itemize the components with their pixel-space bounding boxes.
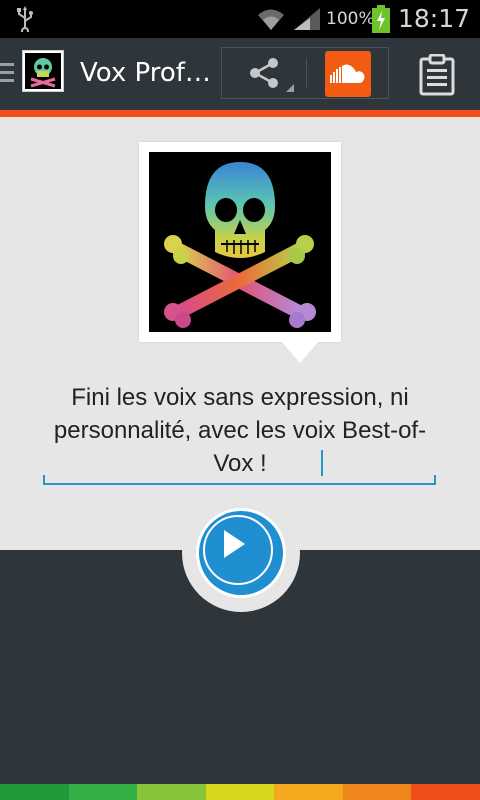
- color-strip-segment: [342, 784, 412, 800]
- app-title: Vox Prof…: [80, 58, 211, 88]
- soundcloud-button[interactable]: [325, 51, 371, 97]
- text-cursor: [321, 450, 323, 476]
- skull-crossbones-image: [149, 152, 331, 332]
- app-skull-icon[interactable]: [22, 50, 64, 92]
- status-bar: 100% 18:17: [0, 0, 480, 38]
- cover-pointer: [281, 341, 319, 363]
- battery-icon: [372, 5, 390, 33]
- color-strip-segment: [274, 784, 343, 800]
- color-strip: [0, 784, 480, 800]
- share-button[interactable]: [222, 48, 306, 98]
- usb-icon: [17, 6, 33, 32]
- menu-icon[interactable]: [0, 58, 14, 90]
- play-button-holder: [182, 494, 300, 612]
- main-content: Fini les voix sans expression, ni person…: [0, 117, 480, 550]
- tagline-text[interactable]: Fini les voix sans expression, ni person…: [45, 381, 435, 480]
- soundcloud-icon: [330, 64, 365, 83]
- color-strip-segment: [205, 784, 275, 800]
- accent-line: [0, 110, 480, 117]
- divider: [306, 58, 307, 88]
- color-strip-segment: [68, 784, 138, 800]
- wifi-icon: [258, 9, 284, 30]
- color-strip-segment: [0, 784, 69, 800]
- play-button[interactable]: [196, 508, 286, 598]
- color-strip-segment: [411, 784, 480, 800]
- dropdown-corner-icon: [286, 84, 294, 92]
- action-button-group: [221, 47, 389, 99]
- battery-percent: 100%: [326, 9, 375, 29]
- share-icon: [250, 58, 278, 88]
- color-strip-segment: [137, 784, 206, 800]
- cover-card: [139, 142, 341, 363]
- status-clock: 18:17: [398, 4, 471, 33]
- play-icon: [224, 530, 245, 558]
- action-bar: Vox Prof…: [0, 38, 480, 110]
- clipboard-icon[interactable]: [418, 54, 456, 96]
- signal-icon: [294, 8, 320, 30]
- tagline-field-underline: [43, 475, 436, 485]
